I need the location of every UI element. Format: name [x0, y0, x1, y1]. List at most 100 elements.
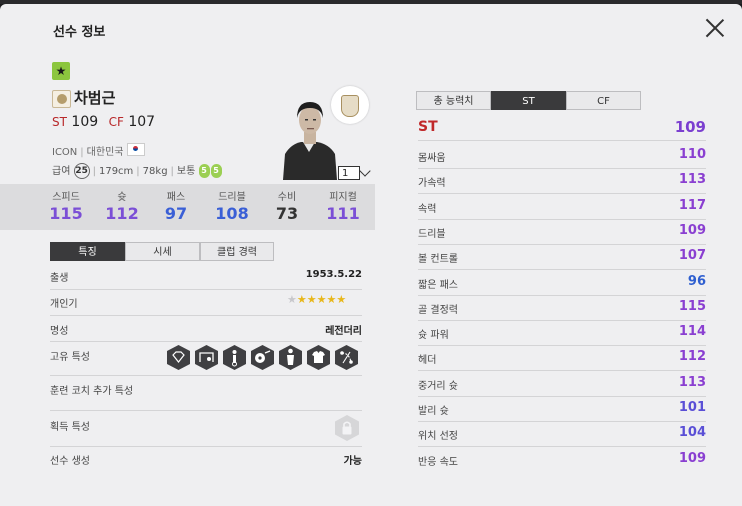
stat-value: 108 — [215, 204, 249, 223]
trait-player-icon[interactable] — [222, 344, 247, 371]
ability-row: 위치 선정 104 — [418, 422, 706, 448]
star-icon: ★ — [52, 62, 70, 80]
player-meta: ICON | 대한민국 — [52, 143, 145, 158]
star-filled-icon: ★ — [316, 293, 327, 306]
stat-defending: 수비 73 — [257, 188, 317, 223]
acquired-traits-label: 획득 특성 — [50, 422, 90, 433]
birth-value: 1953.5.22 — [305, 269, 362, 280]
ability-value: 96 — [687, 273, 706, 289]
trait-diamond-icon[interactable] — [166, 344, 191, 371]
tab-total-ability[interactable]: 총 능력치 — [416, 91, 491, 110]
trait-shirt-icon[interactable] — [306, 344, 331, 371]
star-filled-icon: ★ — [336, 293, 347, 306]
stat-physical: 피지컬 111 — [313, 188, 373, 223]
season-label: ICON — [52, 147, 78, 158]
star-filled-icon: ★ — [326, 293, 337, 306]
stat-value: 115 — [49, 204, 83, 223]
lock-icon — [335, 415, 359, 441]
ability-row: 슛 파워 114 — [418, 321, 706, 347]
ability-row: 속력 117 — [418, 195, 706, 220]
right-foot-badge: 5 — [210, 164, 222, 178]
ability-position: ST — [418, 119, 438, 135]
star-empty-icon: ★ — [287, 293, 297, 306]
tab-market[interactable]: 시세 — [125, 242, 200, 261]
ability-row: 몸싸움 110 — [418, 144, 706, 169]
ability-row: 발리 슛 101 — [418, 397, 706, 422]
modal-title: 선수 정보 — [53, 25, 106, 40]
stat-value: 73 — [275, 204, 299, 223]
ability-label: 속력 — [418, 203, 437, 215]
ability-value: 101 — [678, 400, 706, 415]
ability-row: 가속력 113 — [418, 169, 706, 195]
divider — [50, 446, 362, 447]
divider — [50, 375, 362, 376]
ability-label: 드리블 — [418, 228, 446, 240]
player-details: 급여 25 | 179cm | 78kg | 보통 55 — [52, 162, 222, 179]
divider — [50, 315, 362, 316]
ability-value: 107 — [678, 248, 706, 264]
tab-club-career[interactable]: 클럽 경력 — [200, 242, 274, 261]
left-foot-badge: 5 — [198, 164, 210, 178]
korea-flag-icon — [126, 143, 145, 156]
ability-label: 몸싸움 — [418, 153, 446, 164]
star-filled-icon: ★ — [296, 293, 307, 306]
stat-value: 111 — [326, 204, 360, 223]
ability-label: 볼 컨트롤 — [418, 254, 458, 266]
trait-header-icon[interactable] — [278, 344, 303, 371]
position-ovr: 109 — [71, 114, 99, 130]
weight-value: 78kg — [142, 166, 168, 177]
ability-label: 슛 파워 — [418, 330, 449, 342]
stat-shooting: 슛 112 — [92, 188, 152, 223]
player-create-value: 가능 — [343, 456, 362, 467]
level-selector[interactable]: 1 — [338, 166, 360, 180]
ability-label: 골 결정력 — [418, 304, 458, 316]
ability-row: 중거리 슛 113 — [418, 372, 706, 397]
popularity-label: 개인기 — [50, 299, 78, 310]
stat-label: 패스 — [166, 192, 186, 203]
trait-pass-icon[interactable] — [334, 344, 359, 371]
ability-label: 반응 속도 — [418, 456, 458, 468]
tab-position-cf[interactable]: CF — [566, 91, 641, 110]
ability-row: 반응 속도 109 — [418, 448, 706, 473]
ability-label: 짧은 패스 — [418, 279, 458, 291]
nation-label: 대한민국 — [86, 147, 124, 158]
divider — [50, 289, 362, 290]
birth-label: 출생 — [50, 273, 69, 284]
popularity-stars: ★★★★★★ — [287, 293, 346, 306]
main-stats-bar: 스피드 115 슛 112 패스 97 드리블 108 수비 73 피지컬 11… — [0, 184, 375, 230]
close-icon[interactable] — [704, 17, 726, 39]
divider — [50, 410, 362, 411]
ability-row: 골 결정력 115 — [418, 296, 706, 321]
ability-label: 헤더 — [418, 355, 437, 367]
ability-value: 109 — [678, 222, 706, 238]
position-ovr: 107 — [128, 114, 156, 130]
ability-value: 113 — [678, 172, 706, 188]
ability-row: 볼 컨트롤 107 — [418, 245, 706, 271]
traits-label: 고유 특성 — [50, 352, 90, 363]
ability-label: 중거리 슛 — [418, 380, 458, 392]
position-ratings: ST 109 CF 107 — [52, 114, 161, 130]
ability-label: 가속력 — [418, 178, 446, 190]
player-info-modal: 선수 정보 ★ 차범근 ST 109 CF 107 ICON | 대한민국 급여 2… — [0, 4, 742, 506]
stat-speed: 스피드 115 — [36, 188, 96, 223]
tab-position-st[interactable]: ST — [491, 91, 566, 110]
trait-ball-kick-icon[interactable] — [250, 344, 275, 371]
divider — [50, 341, 362, 342]
ability-value: 115 — [678, 298, 706, 314]
coach-traits-label: 훈련 코치 추가 특성 — [50, 386, 134, 397]
stat-label: 스피드 — [52, 192, 80, 203]
chevron-down-icon[interactable] — [359, 165, 371, 177]
stat-value: 97 — [164, 204, 188, 223]
ability-label: 발리 슛 — [418, 406, 449, 417]
ability-value: 117 — [678, 197, 706, 213]
ability-row: 헤더 112 — [418, 346, 706, 372]
ability-value: 112 — [678, 349, 706, 365]
stat-value: 112 — [105, 204, 139, 223]
ability-value: 110 — [678, 147, 706, 162]
fame-label: 명성 — [50, 326, 69, 337]
stat-passing: 패스 97 — [146, 188, 206, 223]
tab-features[interactable]: 특징 — [50, 242, 125, 261]
player-create-label: 선수 생성 — [50, 456, 90, 467]
ability-label: 위치 선정 — [418, 431, 458, 443]
trait-goal-icon[interactable] — [194, 344, 219, 371]
